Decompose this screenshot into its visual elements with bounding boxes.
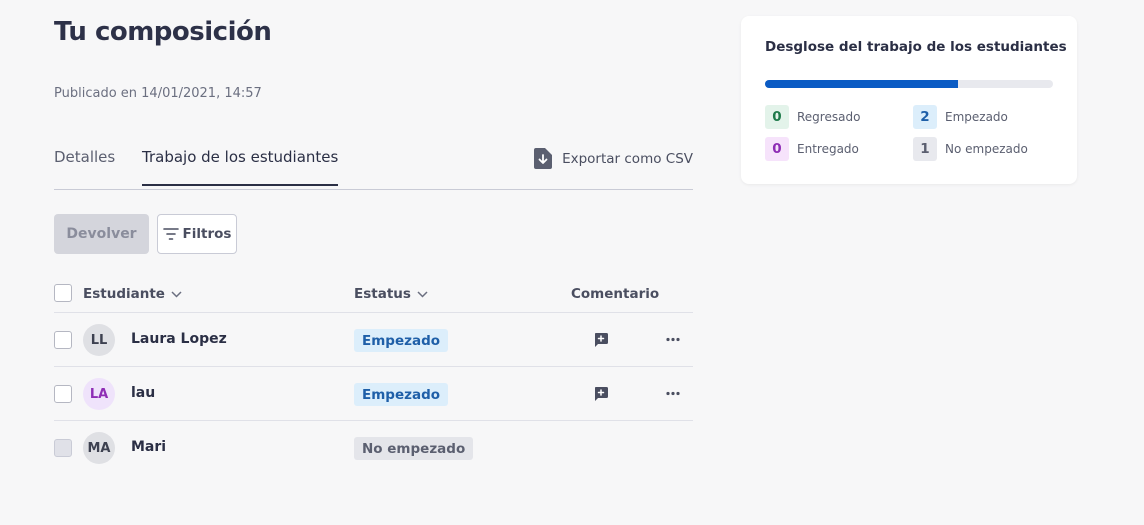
student-header-label: Estudiante — [83, 286, 165, 302]
table-header: Estudiante Estatus Comentario — [54, 276, 693, 313]
stat-not-started: 1 No empezado — [913, 137, 1028, 161]
filter-lines-icon — [162, 228, 179, 240]
student-table: Estudiante Estatus Comentario LL Laura L… — [54, 276, 693, 475]
stat-count: 1 — [913, 137, 937, 161]
row-checkbox[interactable] — [54, 385, 72, 403]
page-title: Tu composición — [54, 17, 272, 47]
row-checkbox[interactable] — [54, 331, 72, 349]
table-row: LL Laura Lopez Empezado — [54, 313, 693, 367]
export-csv-button[interactable]: Exportar como CSV — [534, 148, 693, 169]
student-column-header[interactable]: Estudiante — [83, 286, 182, 302]
stat-returned: 0 Regresado — [765, 105, 860, 129]
stat-label: No empezado — [945, 142, 1028, 156]
filters-label: Filtros — [182, 226, 232, 242]
more-horizontal-icon[interactable] — [666, 337, 680, 342]
student-name: lau — [131, 385, 156, 401]
select-all-checkbox[interactable] — [54, 284, 72, 302]
avatar: MA — [83, 432, 115, 464]
stat-label: Regresado — [797, 110, 861, 124]
status-badge: No empezado — [354, 437, 474, 460]
student-name: Laura Lopez — [131, 331, 227, 347]
stat-count: 0 — [765, 137, 789, 161]
comment-column-header: Comentario — [571, 286, 659, 302]
active-tab-indicator — [142, 184, 338, 186]
tab-bar: Detalles Trabajo de los estudiantes Expo… — [54, 144, 693, 190]
status-column-header[interactable]: Estatus — [354, 286, 428, 302]
status-badge: Empezado — [354, 383, 449, 406]
stat-label: Entregado — [797, 142, 859, 156]
avatar: LL — [83, 324, 115, 356]
stat-count: 0 — [765, 105, 789, 129]
breakdown-title: Desglose del trabajo de los estudiantes — [765, 39, 1067, 55]
chevron-down-icon — [171, 290, 182, 298]
progress-bar — [765, 80, 1053, 88]
stat-count: 2 — [913, 105, 937, 129]
stat-started: 2 Empezado — [913, 105, 1008, 129]
row-checkbox — [54, 439, 72, 457]
avatar: LA — [83, 378, 115, 410]
add-comment-icon[interactable] — [594, 333, 608, 347]
comment-header-label: Comentario — [571, 286, 660, 302]
published-date: Publicado en 14/01/2021, 14:57 — [54, 86, 262, 101]
chevron-down-icon — [417, 290, 428, 298]
add-comment-icon[interactable] — [594, 387, 608, 401]
export-csv-label: Exportar como CSV — [562, 150, 693, 167]
download-file-icon — [534, 148, 553, 169]
table-row: MA Mari No empezado — [54, 421, 693, 475]
tab-details[interactable]: Detalles — [54, 148, 115, 166]
status-badge: Empezado — [354, 329, 449, 352]
more-horizontal-icon[interactable] — [666, 391, 680, 396]
tab-student-work[interactable]: Trabajo de los estudiantes — [142, 148, 338, 166]
progress-bar-fill — [765, 80, 958, 88]
work-breakdown-card: Desglose del trabajo de los estudiantes … — [741, 16, 1077, 184]
return-button[interactable]: Devolver — [54, 214, 149, 254]
status-header-label: Estatus — [354, 286, 411, 302]
filters-button[interactable]: Filtros — [157, 214, 237, 254]
stat-submitted: 0 Entregado — [765, 137, 859, 161]
stat-label: Empezado — [945, 110, 1008, 124]
student-name: Mari — [131, 439, 167, 455]
table-row: LA lau Empezado — [54, 367, 693, 421]
